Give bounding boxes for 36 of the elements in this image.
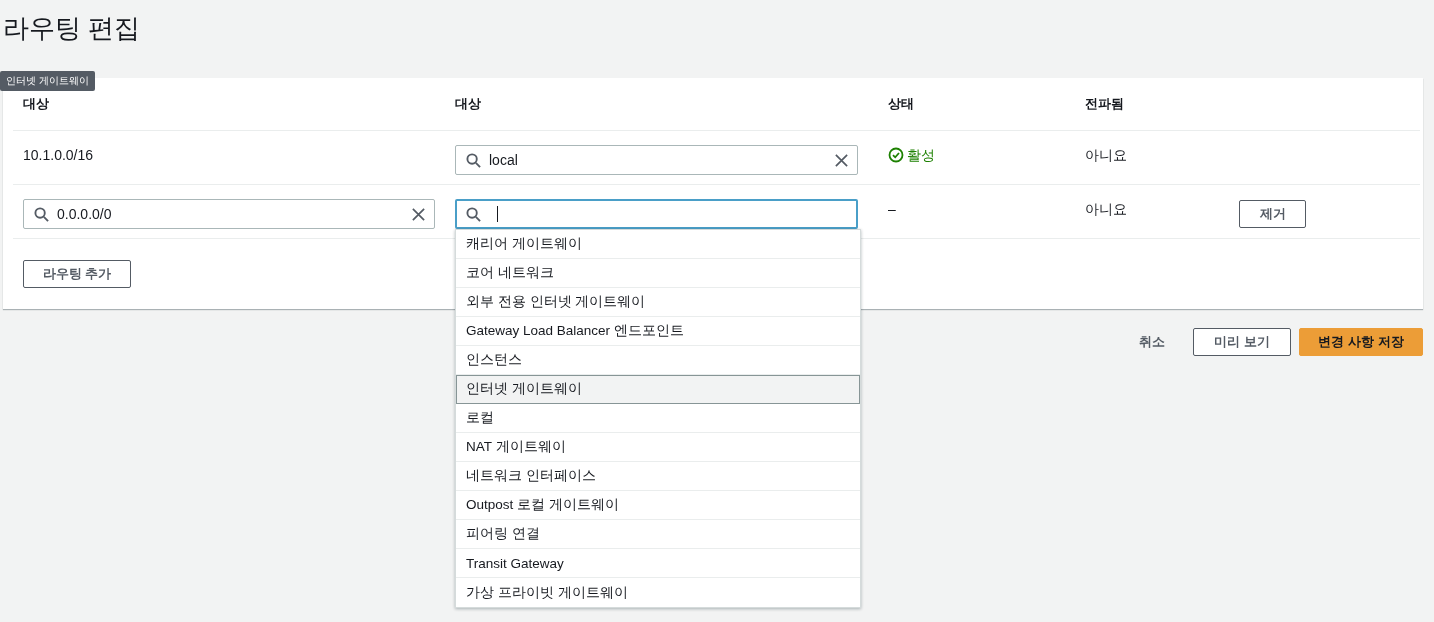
add-route-button[interactable]: 라우팅 추가 [23,260,131,288]
dropdown-option[interactable]: 가상 프라이빗 게이트웨이 [456,578,860,607]
dropdown-option[interactable]: Transit Gateway [456,549,860,578]
column-header: 대상 [455,78,878,131]
tooltip: 인터넷 게이트웨이 [0,71,95,91]
remove-button[interactable]: 제거 [1239,200,1306,228]
dropdown-option[interactable]: Outpost 로컬 게이트웨이 [456,491,860,520]
cancel-button[interactable]: 취소 [1133,332,1172,352]
dropdown-option[interactable]: 피어링 연결 [456,520,860,549]
save-button[interactable]: 변경 사항 저장 [1299,328,1423,356]
dropdown-option[interactable]: 인터넷 게이트웨이 [456,375,860,404]
preview-button[interactable]: 미리 보기 [1193,328,1291,356]
clear-icon[interactable] [411,206,426,222]
dropdown-option[interactable]: 캐리어 게이트웨이 [456,230,860,259]
dropdown-option[interactable]: 외부 전용 인터넷 게이트웨이 [456,288,860,317]
clear-icon[interactable] [834,152,849,168]
search-icon [466,206,481,222]
table-cell-text: 아니요 [1085,200,1127,219]
target-field[interactable] [455,199,858,229]
dropdown-option[interactable]: 코어 네트워크 [456,259,860,288]
table-cell-text: 10.1.0.0/16 [23,146,94,165]
target-field[interactable]: local [455,145,858,175]
dropdown-option[interactable]: NAT 게이트웨이 [456,433,860,462]
table-cell-text: – [888,200,896,219]
dropdown-option[interactable]: Gateway Load Balancer 엔드포인트 [456,317,860,346]
table-cell-text: 아니요 [1085,146,1127,165]
search-icon [466,152,481,168]
dropdown-option[interactable]: 네트워크 인터페이스 [456,462,860,491]
status-text: 활성 [907,146,935,165]
column-header: 상태 [878,78,1075,131]
page-title: 라우팅 편집 [3,12,142,45]
dropdown-option[interactable]: 로컬 [456,404,860,433]
search-icon [34,206,49,222]
check-circle-icon [888,147,904,163]
column-header: 전파됨 [1075,78,1229,131]
destination-field[interactable]: 0.0.0.0/0 [23,199,435,229]
